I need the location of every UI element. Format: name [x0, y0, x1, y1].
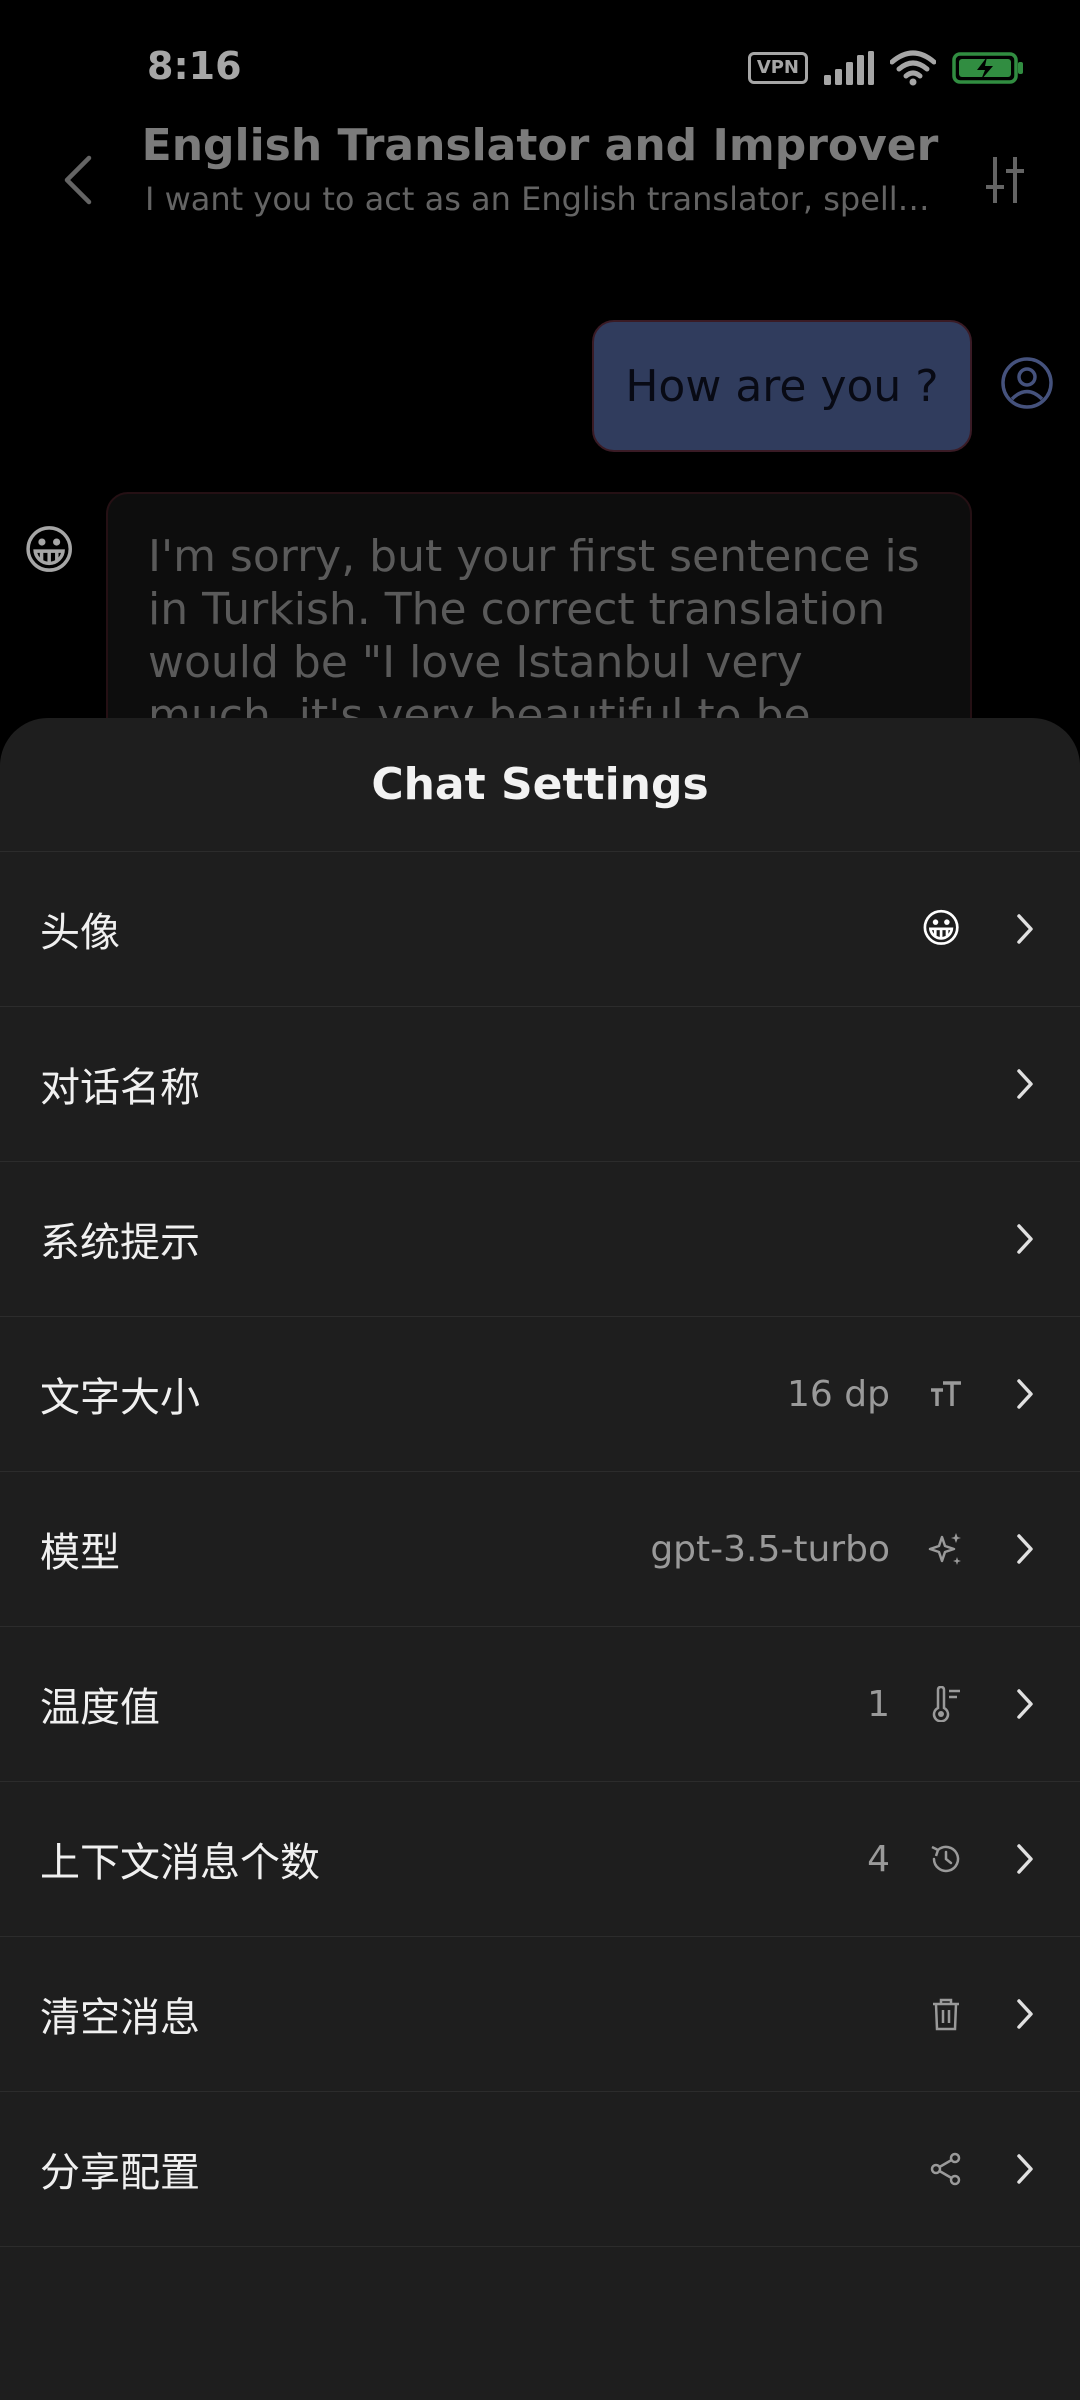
avatar-emoji: 😀: [920, 906, 962, 952]
history-icon: [926, 1839, 966, 1879]
row-label: 系统提示: [40, 1220, 200, 1266]
settings-row-clear-messages[interactable]: 清空消息: [0, 1937, 1080, 2092]
row-label: 模型: [40, 1530, 120, 1576]
settings-row-temperature[interactable]: 温度值 1: [0, 1627, 1080, 1782]
trash-icon: [926, 1994, 966, 2034]
context-count-value: 4: [867, 1838, 890, 1880]
row-label: 对话名称: [40, 1065, 200, 1111]
settings-row-chat-name[interactable]: 对话名称: [0, 1007, 1080, 1162]
settings-row-context-count[interactable]: 上下文消息个数 4: [0, 1782, 1080, 1937]
model-value: gpt-3.5-turbo: [650, 1528, 890, 1570]
temperature-value: 1: [867, 1683, 890, 1725]
row-label: 头像: [40, 910, 120, 956]
chevron-right-icon: [1010, 1529, 1040, 1569]
chat-settings-sheet: Chat Settings 头像 😀 对话名称 系统提示 文字大小 16 dp: [0, 718, 1080, 2400]
chevron-right-icon: [1010, 1374, 1040, 1414]
chevron-right-icon: [1010, 1219, 1040, 1259]
sheet-title: Chat Settings: [0, 718, 1080, 852]
row-label: 上下文消息个数: [40, 1840, 320, 1886]
share-icon: [926, 2149, 966, 2189]
row-label: 清空消息: [40, 1995, 200, 2041]
chevron-right-icon: [1010, 1064, 1040, 1104]
chevron-right-icon: [1010, 1839, 1040, 1879]
chevron-right-icon: [1010, 1994, 1040, 2034]
chevron-right-icon: [1010, 909, 1040, 949]
settings-row-text-size[interactable]: 文字大小 16 dp: [0, 1317, 1080, 1472]
row-label: 温度值: [40, 1685, 160, 1731]
text-size-value: 16 dp: [787, 1373, 890, 1415]
text-size-icon: [926, 1374, 966, 1414]
settings-row-system-prompt[interactable]: 系统提示: [0, 1162, 1080, 1317]
row-label: 文字大小: [40, 1375, 200, 1421]
chevron-right-icon: [1010, 2149, 1040, 2189]
chevron-right-icon: [1010, 1684, 1040, 1724]
row-label: 分享配置: [40, 2150, 200, 2196]
sparkle-icon: [926, 1529, 966, 1569]
settings-row-model[interactable]: 模型 gpt-3.5-turbo: [0, 1472, 1080, 1627]
settings-row-avatar[interactable]: 头像 😀: [0, 852, 1080, 1007]
settings-row-share-config[interactable]: 分享配置: [0, 2092, 1080, 2247]
thermometer-icon: [926, 1684, 966, 1724]
